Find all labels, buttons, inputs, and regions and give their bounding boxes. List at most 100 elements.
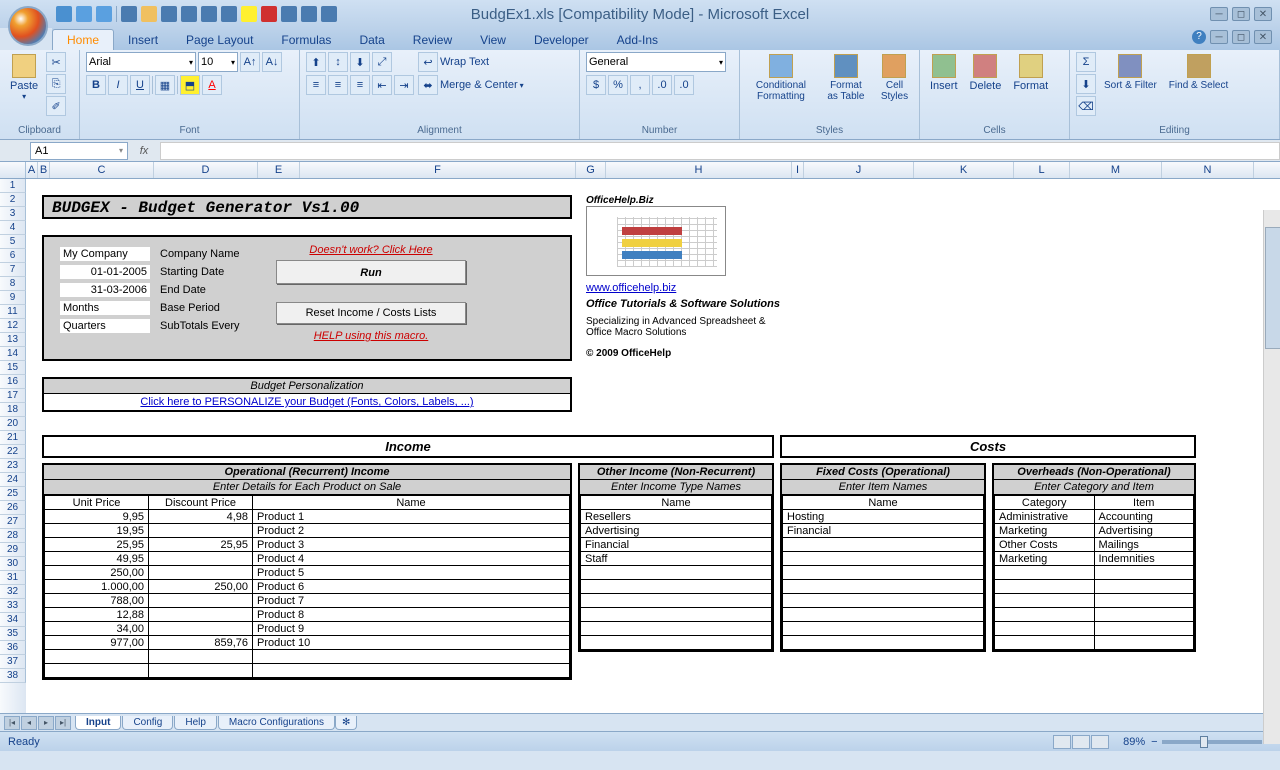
table-row[interactable] xyxy=(581,608,772,622)
run-button[interactable]: Run xyxy=(276,260,466,284)
row-header-21[interactable]: 21 xyxy=(0,431,26,445)
conditional-formatting-button[interactable]: Conditional Formatting xyxy=(746,52,816,104)
tab-insert[interactable]: Insert xyxy=(114,30,172,50)
table-row[interactable] xyxy=(783,580,984,594)
column-header-D[interactable]: D xyxy=(154,162,258,178)
zoom-out-button[interactable]: − xyxy=(1151,736,1157,748)
grow-font-button[interactable]: A↑ xyxy=(240,52,260,72)
open-icon[interactable] xyxy=(141,6,157,22)
table-row[interactable]: Resellers xyxy=(581,510,772,524)
row-header-34[interactable]: 34 xyxy=(0,613,26,627)
office-button[interactable] xyxy=(8,6,48,46)
tab-nav-prev[interactable]: ◂ xyxy=(21,716,37,730)
start-input[interactable]: 01-01-2005 xyxy=(60,265,150,279)
tab-page-layout[interactable]: Page Layout xyxy=(172,30,267,50)
highlight-icon[interactable] xyxy=(241,6,257,22)
column-header-L[interactable]: L xyxy=(1014,162,1070,178)
row-header-24[interactable]: 24 xyxy=(0,473,26,487)
row-header-16[interactable]: 16 xyxy=(0,375,26,389)
format-cells-button[interactable]: Format xyxy=(1009,52,1052,94)
row-header-3[interactable]: 3 xyxy=(0,207,26,221)
help-icon[interactable]: ? xyxy=(1192,30,1206,44)
base-input[interactable]: Months xyxy=(60,301,150,315)
row-header-4[interactable]: 4 xyxy=(0,221,26,235)
comma-button[interactable]: , xyxy=(630,75,650,95)
table-row[interactable]: MarketingIndemnities xyxy=(995,552,1194,566)
close-button[interactable]: ✕ xyxy=(1254,7,1272,21)
table-row[interactable] xyxy=(581,580,772,594)
pagebreak-view-button[interactable] xyxy=(1091,735,1109,749)
merge-center-button[interactable]: ⬌Merge & Center▾ xyxy=(418,75,524,95)
row-header-11[interactable]: 11 xyxy=(0,305,26,319)
table-row[interactable] xyxy=(783,636,984,650)
table-row[interactable] xyxy=(783,538,984,552)
row-header-7[interactable]: 7 xyxy=(0,263,26,277)
tab-view[interactable]: View xyxy=(466,30,520,50)
row-header-22[interactable]: 22 xyxy=(0,445,26,459)
column-header-B[interactable]: B xyxy=(38,162,50,178)
cut-button[interactable]: ✂ xyxy=(46,52,66,72)
table-row[interactable] xyxy=(783,594,984,608)
decrease-decimal-button[interactable]: .0 xyxy=(674,75,694,95)
sort-filter-button[interactable]: Sort & Filter xyxy=(1100,52,1161,93)
shrink-font-button[interactable]: A↓ xyxy=(262,52,282,72)
table-row[interactable]: Financial xyxy=(581,538,772,552)
align-bottom-button[interactable]: ⬇ xyxy=(350,52,370,72)
table-row[interactable] xyxy=(783,622,984,636)
name-box[interactable]: A1▾ xyxy=(30,142,128,160)
new-icon[interactable] xyxy=(121,6,137,22)
check-icon[interactable] xyxy=(281,6,297,22)
reset-button[interactable]: Reset Income / Costs Lists xyxy=(276,302,466,324)
subtotals-input[interactable]: Quarters xyxy=(60,319,150,333)
row-header-26[interactable]: 26 xyxy=(0,501,26,515)
table-row[interactable]: Hosting xyxy=(783,510,984,524)
row-header-33[interactable]: 33 xyxy=(0,599,26,613)
delete-cells-button[interactable]: Delete xyxy=(966,52,1006,94)
email-icon[interactable] xyxy=(161,6,177,22)
normal-view-button[interactable] xyxy=(1053,735,1071,749)
table-row[interactable]: Advertising xyxy=(581,524,772,538)
row-header-1[interactable]: 1 xyxy=(0,179,26,193)
table-row[interactable]: Other CostsMailings xyxy=(995,538,1194,552)
row-header-35[interactable]: 35 xyxy=(0,627,26,641)
row-header-15[interactable]: 15 xyxy=(0,361,26,375)
fontcolor-icon[interactable] xyxy=(261,6,277,22)
align-center-button[interactable]: ≡ xyxy=(328,75,348,95)
font-size-combo[interactable]: 10▾ xyxy=(198,52,238,72)
row-header-2[interactable]: 2 xyxy=(0,193,26,207)
formula-input[interactable] xyxy=(160,142,1280,160)
row-header-13[interactable]: 13 xyxy=(0,333,26,347)
tab-data[interactable]: Data xyxy=(345,30,398,50)
table-row[interactable]: 788,00Product 7 xyxy=(45,594,570,608)
form-icon[interactable] xyxy=(301,6,317,22)
doc-restore-button[interactable]: ◻ xyxy=(1232,30,1250,44)
table-row[interactable]: 250,00Product 5 xyxy=(45,566,570,580)
row-header-29[interactable]: 29 xyxy=(0,543,26,557)
sheet-tab-macro-configurations[interactable]: Macro Configurations xyxy=(218,716,335,730)
fill-button[interactable]: ⬇ xyxy=(1076,74,1096,94)
tab-nav-first[interactable]: |◂ xyxy=(4,716,20,730)
tab-add-ins[interactable]: Add-Ins xyxy=(603,30,672,50)
table-row[interactable] xyxy=(581,566,772,580)
column-header-K[interactable]: K xyxy=(914,162,1014,178)
table-row[interactable] xyxy=(783,608,984,622)
row-header-31[interactable]: 31 xyxy=(0,571,26,585)
tab-developer[interactable]: Developer xyxy=(520,30,603,50)
table-row[interactable]: 12,88Product 8 xyxy=(45,608,570,622)
row-header-36[interactable]: 36 xyxy=(0,641,26,655)
format-as-table-button[interactable]: Format as Table xyxy=(820,52,872,104)
end-input[interactable]: 31-03-2006 xyxy=(60,283,150,297)
zoom-slider[interactable] xyxy=(1162,740,1262,744)
vertical-scrollbar[interactable] xyxy=(1263,210,1280,744)
redo-icon[interactable] xyxy=(96,6,112,22)
font-name-combo[interactable]: Arial▾ xyxy=(86,52,196,72)
select-all-corner[interactable] xyxy=(0,162,26,178)
table-row[interactable] xyxy=(995,636,1194,650)
row-header-5[interactable]: 5 xyxy=(0,235,26,249)
column-header-C[interactable]: C xyxy=(50,162,154,178)
font-color-button[interactable]: A xyxy=(202,75,222,95)
table-row[interactable]: 34,00Product 9 xyxy=(45,622,570,636)
row-header-28[interactable]: 28 xyxy=(0,529,26,543)
tab-home[interactable]: Home xyxy=(52,29,114,50)
decrease-indent-button[interactable]: ⇤ xyxy=(372,75,392,95)
